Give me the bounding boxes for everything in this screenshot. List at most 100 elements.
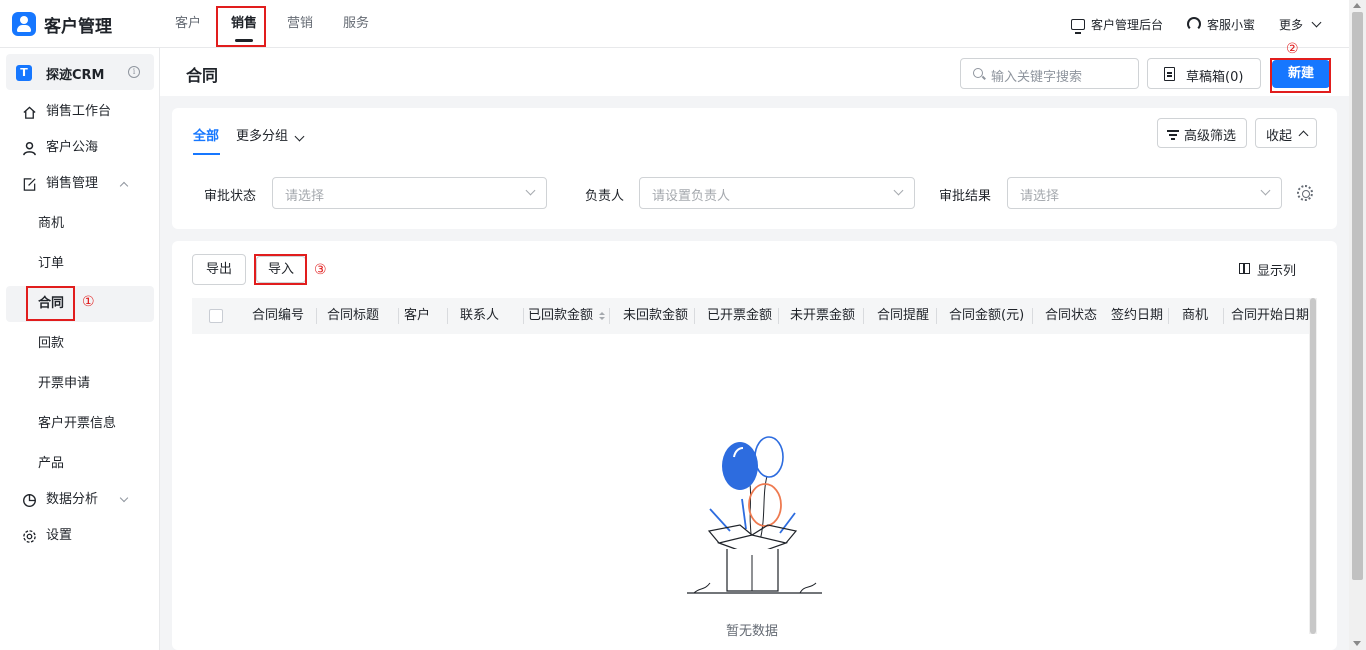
sidebar-item-label: 回款 bbox=[38, 336, 65, 351]
column-header[interactable]: 客户 bbox=[404, 298, 448, 334]
column-header[interactable]: 合同开始日期 bbox=[1231, 298, 1310, 334]
top-bar: 客户管理 客户 销售 营销 服务 客户管理后台 客服小蜜 更多 bbox=[0, 0, 1366, 48]
info-icon[interactable]: i bbox=[128, 66, 140, 78]
column-header-label: 未开票金额 bbox=[790, 308, 856, 323]
scroll-down-icon[interactable] bbox=[1353, 641, 1361, 646]
top-nav-customer[interactable]: 客户 bbox=[160, 0, 216, 48]
sidebar-item-label: 商机 bbox=[38, 216, 65, 231]
empty-state-illustration bbox=[687, 436, 822, 594]
sort-icon[interactable] bbox=[599, 312, 605, 321]
drafts-label: 草稿箱(0) bbox=[1186, 70, 1244, 85]
column-header-label: 合同开始日期 bbox=[1231, 308, 1310, 323]
sidebar-item-label: 订单 bbox=[38, 256, 65, 271]
column-header[interactable]: 未开票金额 bbox=[790, 298, 864, 334]
approval-result-label: 审批结果 bbox=[939, 189, 992, 204]
page-scrollbar[interactable] bbox=[1349, 0, 1366, 650]
drafts-button[interactable]: 草稿箱(0) bbox=[1147, 58, 1261, 89]
sidebar-item-label: 产品 bbox=[38, 456, 65, 471]
gear-icon bbox=[23, 530, 36, 543]
more-menu[interactable]: 更多 bbox=[1278, 16, 1322, 33]
sidebar-item-order[interactable]: 订单 bbox=[0, 246, 160, 282]
sidebar-item-invoice-request[interactable]: 开票申请 bbox=[0, 366, 160, 402]
column-header-label: 合同状态 bbox=[1045, 308, 1098, 323]
sidebar-item-customer-invoice-info[interactable]: 客户开票信息 bbox=[0, 406, 160, 442]
column-header-label: 客户 bbox=[404, 308, 431, 323]
export-button[interactable]: 导出 bbox=[192, 254, 246, 285]
column-header-label: 未回款金额 bbox=[623, 308, 689, 323]
select-all-checkbox[interactable] bbox=[209, 309, 223, 323]
tab-more-groups[interactable]: 更多分组 bbox=[236, 125, 305, 144]
more-label: 更多 bbox=[1278, 17, 1303, 32]
column-header[interactable]: 联系人 bbox=[460, 298, 524, 334]
sidebar-item-payment[interactable]: 回款 bbox=[0, 326, 160, 362]
column-header[interactable]: 签约日期 bbox=[1111, 298, 1169, 334]
table-header: 合同编号 合同标题 客户 联系人 已回款金额 未回款金额 已开票金额 未开票金额… bbox=[192, 298, 1310, 334]
top-nav-sales[interactable]: 销售 bbox=[216, 0, 272, 48]
column-header-label: 已开票金额 bbox=[707, 308, 773, 323]
pie-chart-icon bbox=[23, 494, 36, 507]
home-icon bbox=[23, 106, 36, 119]
column-header[interactable]: 已开票金额 bbox=[707, 298, 779, 334]
approval-result-select[interactable]: 请选择 bbox=[1007, 177, 1282, 209]
document-icon bbox=[1164, 67, 1175, 81]
top-nav-service[interactable]: 服务 bbox=[328, 0, 384, 48]
column-header[interactable]: 合同标题 bbox=[327, 298, 399, 334]
crm-logo-icon: T bbox=[16, 65, 32, 81]
table-scrollbar-thumb[interactable] bbox=[1310, 298, 1316, 634]
chevron-down-icon bbox=[1311, 17, 1322, 27]
sidebar-item-customer-pool[interactable]: 客户公海 bbox=[0, 130, 160, 166]
scroll-up-icon[interactable] bbox=[1353, 3, 1361, 8]
customer-service-link[interactable]: 客服小蜜 bbox=[1186, 16, 1255, 33]
import-button[interactable]: 导入 bbox=[256, 256, 306, 283]
sidebar-item-label: 设置 bbox=[46, 528, 73, 543]
new-contract-button[interactable]: 新建 bbox=[1272, 60, 1330, 88]
column-header[interactable]: 合同提醒 bbox=[877, 298, 937, 334]
sidebar-item-opportunity[interactable]: 商机 bbox=[0, 206, 160, 242]
table-scrollbar[interactable] bbox=[1309, 298, 1317, 634]
display-columns-button[interactable]: 显示列 bbox=[1239, 260, 1296, 279]
contract-table-panel: 导出 导入 ③ 显示列 合同编号 合同标题 客户 联系人 已回款金额 未回款金额… bbox=[172, 241, 1337, 650]
column-header[interactable]: 已回款金额 bbox=[528, 298, 610, 334]
top-nav-marketing[interactable]: 营销 bbox=[272, 0, 328, 48]
app-title: 客户管理 bbox=[44, 17, 112, 37]
tab-more-groups-label: 更多分组 bbox=[236, 129, 289, 144]
column-header[interactable]: 合同状态 bbox=[1045, 298, 1105, 334]
search-input[interactable]: 输入关键字搜索 bbox=[960, 58, 1139, 89]
tab-all[interactable]: 全部 bbox=[193, 125, 219, 144]
top-nav: 客户 销售 营销 服务 bbox=[160, 0, 384, 48]
customer-service-label: 客服小蜜 bbox=[1206, 17, 1255, 32]
column-header-label: 合同金额(元) bbox=[949, 308, 1025, 323]
page-scrollbar-thumb[interactable] bbox=[1352, 12, 1363, 580]
chevron-down-icon bbox=[294, 131, 305, 142]
column-header[interactable]: 合同编号 bbox=[252, 298, 317, 334]
column-header[interactable]: 商机 bbox=[1182, 298, 1224, 334]
admin-backend-link[interactable]: 客户管理后台 bbox=[1070, 16, 1163, 34]
top-right-menu: 客户管理后台 客服小蜜 更多 bbox=[1070, 0, 1322, 48]
column-divider bbox=[1032, 308, 1033, 324]
column-divider bbox=[398, 308, 399, 324]
column-header[interactable]: 合同金额(元) bbox=[949, 298, 1033, 334]
sidebar-item-label: 数据分析 bbox=[46, 492, 99, 507]
sidebar-item-sales-management[interactable]: 销售管理 bbox=[0, 166, 160, 202]
select-placeholder: 请设置负责人 bbox=[652, 189, 731, 204]
chevron-up-icon bbox=[1298, 130, 1309, 141]
headset-icon bbox=[1186, 17, 1201, 31]
filter-settings-gear-icon[interactable] bbox=[1297, 185, 1313, 201]
owner-label: 负责人 bbox=[585, 189, 625, 204]
column-divider bbox=[1223, 308, 1224, 324]
sidebar-item-contract[interactable]: 合同 bbox=[6, 286, 154, 322]
column-divider bbox=[694, 308, 695, 324]
advanced-filter-button[interactable]: 高级筛选 bbox=[1157, 118, 1247, 148]
sidebar-item-sales-workbench[interactable]: 销售工作台 bbox=[0, 94, 160, 130]
search-placeholder: 输入关键字搜索 bbox=[991, 70, 1083, 85]
sidebar-item-product[interactable]: 产品 bbox=[0, 446, 160, 482]
column-header[interactable]: 未回款金额 bbox=[623, 298, 695, 334]
approval-status-select[interactable]: 请选择 bbox=[272, 177, 547, 209]
owner-select[interactable]: 请设置负责人 bbox=[639, 177, 915, 209]
column-divider bbox=[778, 308, 779, 324]
sidebar-item-settings[interactable]: 设置 bbox=[0, 518, 160, 554]
column-divider bbox=[447, 308, 448, 324]
top-nav-label: 营销 bbox=[286, 16, 313, 31]
collapse-button[interactable]: 收起 bbox=[1255, 118, 1317, 148]
sidebar-item-data-analysis[interactable]: 数据分析 bbox=[0, 482, 160, 518]
